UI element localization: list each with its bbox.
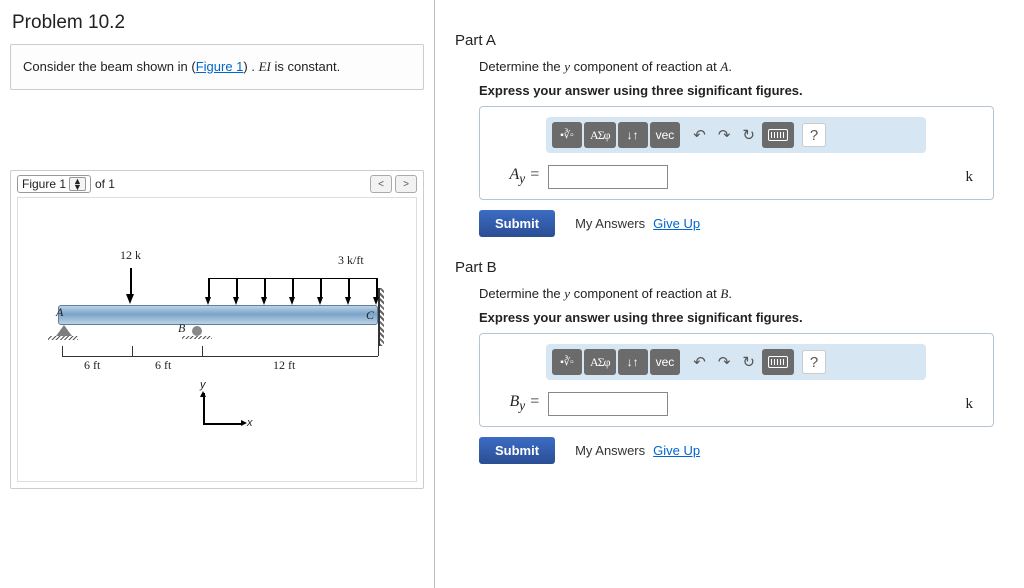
figure-select-label: Figure 1 (22, 177, 66, 191)
part-b-buttons: Submit My Answers Give Up (479, 437, 1014, 464)
help-button[interactable]: ? (802, 350, 826, 374)
answer-unit: k (966, 396, 980, 413)
part-a-prompt: Determine the y component of reaction at… (479, 59, 1014, 75)
problem-prompt: Consider the beam shown in (Figure 1) . … (10, 44, 424, 90)
my-answers-label: My Answers (575, 216, 645, 231)
keyboard-button[interactable] (762, 349, 794, 375)
prompt-text: Consider the beam shown in ( (23, 59, 196, 74)
prompt-text: is constant. (271, 59, 340, 74)
submit-button[interactable]: Submit (479, 437, 555, 464)
part-a-buttons: Submit My Answers Give Up (479, 210, 1014, 237)
distributed-load-label: 3 k/ft (338, 253, 364, 268)
point-b-label: B (178, 321, 185, 336)
keyboard-icon (768, 129, 788, 141)
beam-figure: 12 k 3 k/ft A B C 6 ft 6 ft 12 ft y x (17, 197, 417, 482)
reset-button[interactable]: ↻ (737, 353, 760, 371)
part-b-prompt: Determine the y component of reaction at… (479, 286, 1014, 302)
dimension-6ft-a: 6 ft (84, 358, 100, 373)
undo-button[interactable]: ↶ (688, 126, 711, 144)
part-b-answer-box: ▪∛▫ ΑΣφ ↓↑ vec ↶ ↷ ↻ ? By = k (479, 333, 994, 427)
part-a-instruction: Express your answer using three signific… (479, 83, 1014, 98)
part-a-answer-box: ▪∛▫ ΑΣφ ↓↑ vec ↶ ↷ ↻ ? Ay = k (479, 106, 994, 200)
figure-body: 12 k 3 k/ft A B C 6 ft 6 ft 12 ft y x (11, 197, 423, 488)
answer-row: Ay = k (500, 165, 979, 189)
answer-unit: k (966, 169, 980, 186)
figure-next-button[interactable]: > (395, 175, 417, 193)
problem-title: Problem 10.2 (12, 12, 424, 34)
ei-symbol: EI (259, 59, 271, 74)
part-a-title: Part A (455, 32, 1014, 49)
give-up-link[interactable]: Give Up (653, 443, 700, 458)
templates-button[interactable]: ▪∛▫ (552, 349, 582, 375)
part-b-title: Part B (455, 259, 1014, 276)
answer-variable: By = (500, 393, 540, 414)
figure-prev-button[interactable]: < (370, 175, 392, 193)
figure-count: of 1 (95, 177, 115, 191)
vec-button[interactable]: vec (650, 349, 681, 375)
templates-button[interactable]: ▪∛▫ (552, 122, 582, 148)
redo-button[interactable]: ↷ (713, 353, 736, 371)
figure-stepper[interactable]: ▲▼ (69, 177, 86, 191)
subsup-button[interactable]: ↓↑ (618, 349, 648, 375)
left-column: Problem 10.2 Consider the beam shown in … (0, 0, 435, 588)
answer-input[interactable] (548, 165, 668, 189)
subsup-button[interactable]: ↓↑ (618, 122, 648, 148)
right-column: Part A Determine the y component of reac… (435, 0, 1024, 588)
keyboard-button[interactable] (762, 122, 794, 148)
y-axis-label: y (200, 379, 206, 391)
greek-button[interactable]: ΑΣφ (584, 349, 616, 375)
answer-input[interactable] (548, 392, 668, 416)
point-c-label: C (366, 308, 374, 323)
reset-button[interactable]: ↻ (737, 126, 760, 144)
redo-button[interactable]: ↷ (713, 126, 736, 144)
greek-button[interactable]: ΑΣφ (584, 122, 616, 148)
point-load-label: 12 k (120, 248, 141, 263)
dimension-12ft: 12 ft (273, 358, 295, 373)
x-axis-label: x (247, 417, 253, 429)
prompt-text: ) . (243, 59, 258, 74)
toolbar: ▪∛▫ ΑΣφ ↓↑ vec ↶ ↷ ↻ ? (546, 117, 926, 153)
figure-panel: Figure 1 ▲▼ of 1 < > (10, 170, 424, 489)
my-answers-label: My Answers (575, 443, 645, 458)
toolbar: ▪∛▫ ΑΣφ ↓↑ vec ↶ ↷ ↻ ? (546, 344, 926, 380)
vec-button[interactable]: vec (650, 122, 681, 148)
help-button[interactable]: ? (802, 123, 826, 147)
answer-variable: Ay = (500, 166, 540, 187)
point-a-label: A (56, 305, 63, 320)
dimension-6ft-b: 6 ft (155, 358, 171, 373)
answer-row: By = k (500, 392, 979, 416)
part-b-instruction: Express your answer using three signific… (479, 310, 1014, 325)
give-up-link[interactable]: Give Up (653, 216, 700, 231)
submit-button[interactable]: Submit (479, 210, 555, 237)
undo-button[interactable]: ↶ (688, 353, 711, 371)
keyboard-icon (768, 356, 788, 368)
figure-select[interactable]: Figure 1 ▲▼ (17, 175, 91, 193)
figure-link[interactable]: Figure 1 (196, 59, 244, 74)
figure-header: Figure 1 ▲▼ of 1 < > (11, 171, 423, 197)
